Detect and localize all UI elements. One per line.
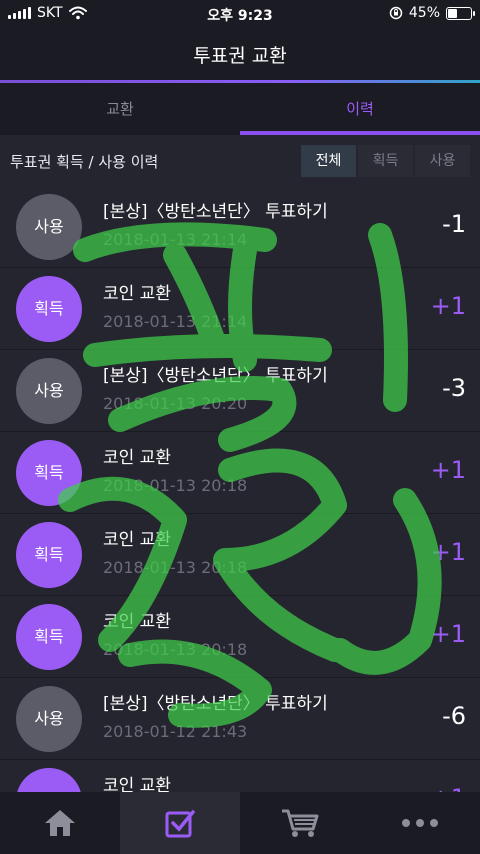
item-title: 코인 교환 [103, 530, 171, 550]
status-right: 45% [389, 5, 475, 21]
item-title: 코인 교환 [103, 448, 171, 468]
home-icon [45, 810, 75, 836]
item-title: [본상]〈방탄소년단〉 투표하기 [103, 694, 328, 714]
nav-vote[interactable] [120, 792, 240, 854]
list-item[interactable]: 획득 코인 교환 2018-01-13 20:18 +1 [0, 596, 480, 678]
status-bar: SKT 오후 9:23 45% [0, 0, 480, 28]
list-item[interactable]: 획득 코인 교환 2018-01-13 20:18 +1 [0, 514, 480, 596]
filter-segmented-control: 전체 획득 사용 [299, 145, 470, 177]
more-icon [402, 819, 438, 827]
item-date: 2018-01-13 20:18 [103, 558, 248, 577]
filter-all-button[interactable]: 전체 [301, 145, 356, 177]
item-date: 2018-01-13 20:20 [103, 394, 248, 413]
status-badge: 획득 [16, 276, 82, 342]
rotation-lock-icon [389, 6, 403, 20]
item-amount: +1 [430, 456, 466, 484]
status-badge: 획득 [16, 440, 82, 506]
nav-home[interactable] [0, 792, 120, 854]
status-badge: 사용 [16, 686, 82, 752]
item-title: 코인 교환 [103, 612, 171, 632]
bottom-nav [0, 792, 480, 854]
item-amount: -3 [442, 374, 466, 402]
app-header: 투표권 교환 [0, 28, 480, 80]
list-item[interactable]: 획득 코인 교환 2018-01-13 20:18 +1 [0, 432, 480, 514]
item-amount: -1 [442, 210, 466, 238]
cart-icon [282, 809, 319, 837]
item-amount: -6 [442, 702, 466, 730]
item-title: [본상]〈방탄소년단〉 투표하기 [103, 366, 328, 386]
nav-more[interactable] [360, 792, 480, 854]
filter-use-button[interactable]: 사용 [415, 145, 470, 177]
battery-icon [446, 6, 475, 20]
battery-percent: 45% [408, 5, 440, 21]
item-date: 2018-01-13 20:18 [103, 476, 248, 495]
page-title: 투표권 교환 [193, 45, 287, 67]
item-title: 코인 교환 [103, 284, 171, 304]
list-item[interactable]: 획득 코인 교환 2018-01-13 21:14 +1 [0, 268, 480, 350]
tab-bar-top: 교환 이력 [0, 83, 480, 135]
status-badge: 획득 [16, 604, 82, 670]
filter-bar: 투표권 획득 / 사용 이력 전체 획득 사용 [0, 140, 480, 184]
item-amount: +1 [430, 538, 466, 566]
list-item[interactable]: 사용 [본상]〈방탄소년단〉 투표하기 2018-01-12 21:43 -6 [0, 678, 480, 760]
status-badge: 사용 [16, 194, 82, 260]
filter-gain-button[interactable]: 획득 [358, 145, 413, 177]
filter-label: 투표권 획득 / 사용 이력 [10, 153, 159, 171]
screen: SKT 오후 9:23 45% 투표권 교환 교환 이력 투표권 획득 / 사용… [0, 0, 480, 854]
item-amount: +1 [430, 292, 466, 320]
item-date: 2018-01-13 21:14 [103, 312, 248, 331]
status-badge: 사용 [16, 358, 82, 424]
item-date: 2018-01-13 20:18 [103, 640, 248, 659]
item-title: [본상]〈방탄소년단〉 투표하기 [103, 202, 328, 222]
tab-exchange[interactable]: 교환 [0, 83, 240, 135]
item-amount: +1 [430, 620, 466, 648]
history-list: 사용 [본상]〈방탄소년단〉 투표하기 2018-01-13 21:14 -1 … [0, 186, 480, 842]
list-item[interactable]: 사용 [본상]〈방탄소년단〉 투표하기 2018-01-13 21:14 -1 [0, 186, 480, 268]
nav-shop[interactable] [240, 792, 360, 854]
status-badge: 획득 [16, 522, 82, 588]
list-item[interactable]: 사용 [본상]〈방탄소년단〉 투표하기 2018-01-13 20:20 -3 [0, 350, 480, 432]
vote-check-icon [165, 810, 195, 838]
item-date: 2018-01-13 21:14 [103, 230, 248, 249]
item-date: 2018-01-12 21:43 [103, 722, 248, 741]
tab-history[interactable]: 이력 [240, 83, 480, 135]
